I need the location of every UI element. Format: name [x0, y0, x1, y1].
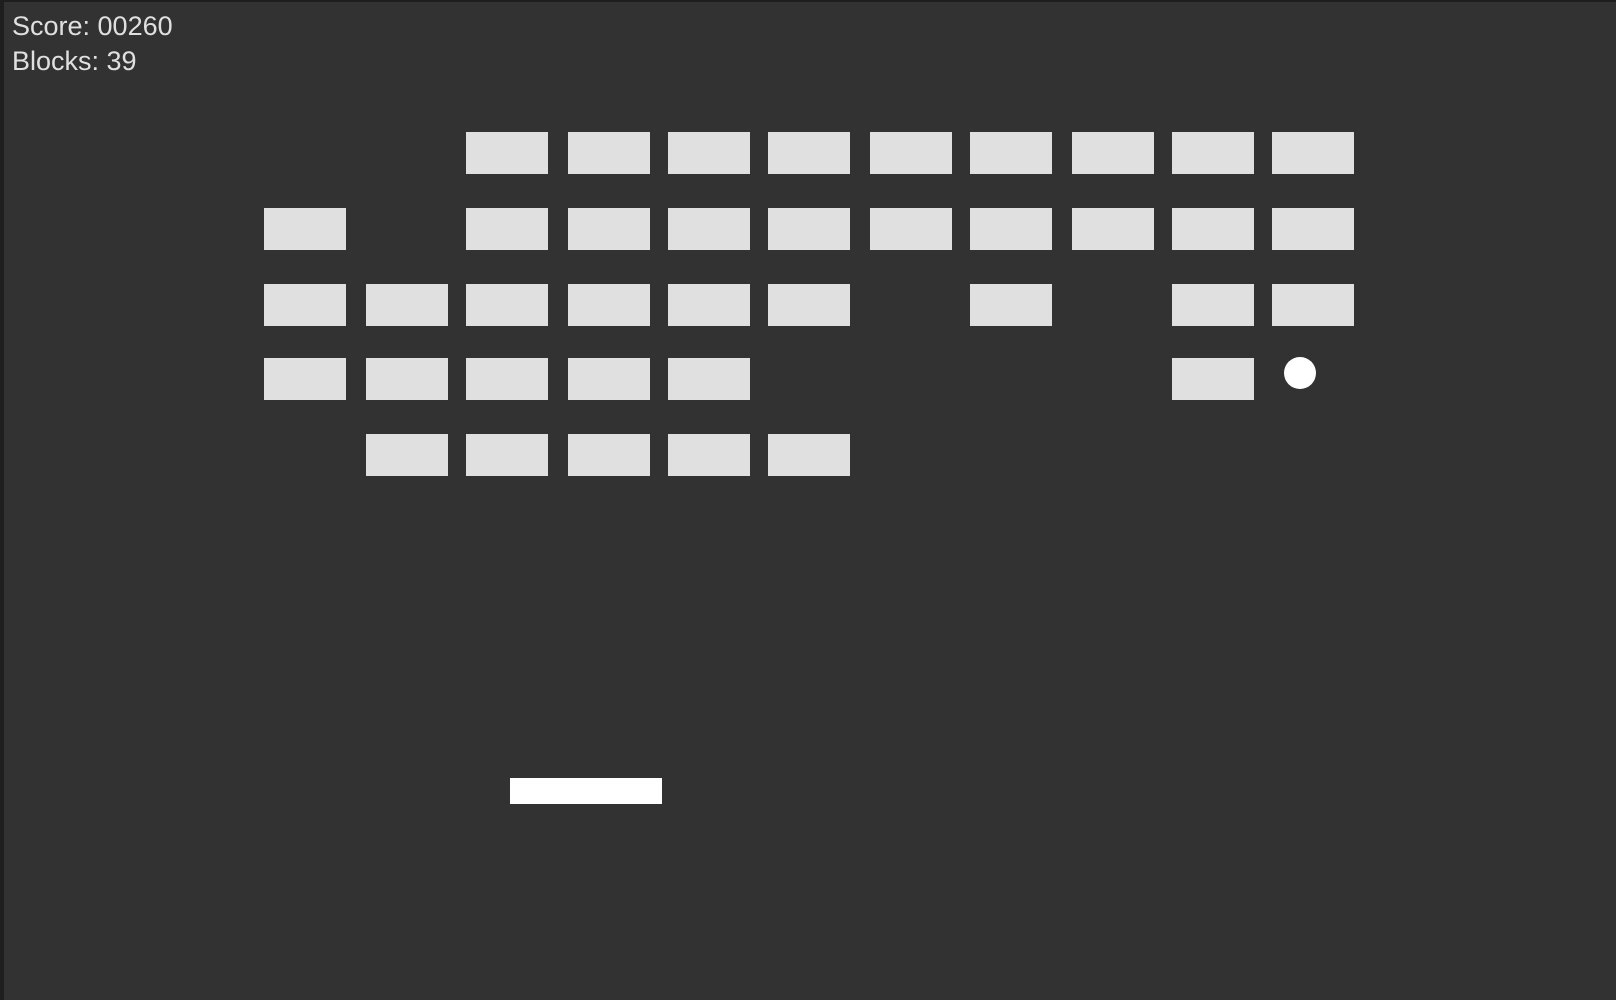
brick	[970, 132, 1052, 174]
brick	[568, 208, 650, 250]
brick	[366, 358, 448, 400]
paddle[interactable]	[510, 778, 662, 804]
brick	[466, 284, 548, 326]
brick	[264, 208, 346, 250]
brick	[1072, 208, 1154, 250]
brick	[668, 434, 750, 476]
brick	[466, 434, 548, 476]
brick	[970, 208, 1052, 250]
brick	[568, 434, 650, 476]
brick	[1172, 284, 1254, 326]
brick	[970, 284, 1052, 326]
brick	[1172, 208, 1254, 250]
brick	[264, 358, 346, 400]
brick	[1272, 208, 1354, 250]
brick	[568, 284, 650, 326]
brick	[668, 208, 750, 250]
brick	[668, 284, 750, 326]
brick	[366, 284, 448, 326]
brick	[1072, 132, 1154, 174]
brick	[1272, 132, 1354, 174]
brick	[466, 132, 548, 174]
brick	[568, 132, 650, 174]
brick	[768, 208, 850, 250]
score-display: Score: 00260	[12, 11, 173, 41]
brick	[1172, 132, 1254, 174]
brick	[366, 434, 448, 476]
blocks-remaining-display: Blocks: 39	[12, 46, 137, 76]
brick	[668, 358, 750, 400]
brick	[768, 434, 850, 476]
brick	[466, 358, 548, 400]
ball	[1284, 357, 1316, 389]
brick	[870, 132, 952, 174]
brick	[668, 132, 750, 174]
brick	[1172, 358, 1254, 400]
brick	[870, 208, 952, 250]
brick	[1272, 284, 1354, 326]
brick	[768, 284, 850, 326]
brick	[568, 358, 650, 400]
brick	[264, 284, 346, 326]
brick	[768, 132, 850, 174]
game-canvas[interactable]: Score: 00260 Blocks: 39	[4, 2, 1616, 1000]
brick	[466, 208, 548, 250]
